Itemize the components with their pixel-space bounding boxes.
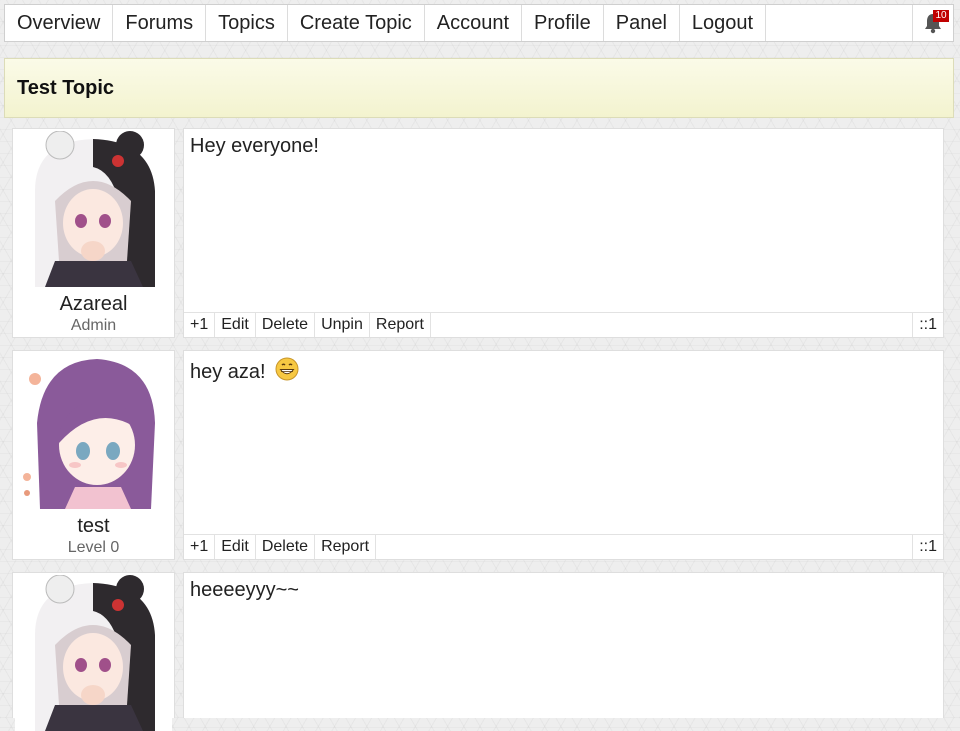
post-actions: +1 Edit Delete Unpin Report ::1 <box>184 312 943 337</box>
avatar-panda-hood-icon <box>15 575 172 731</box>
avatar[interactable] <box>15 575 172 731</box>
post: test Level 0 hey aza! +1 Edit Delete Rep… <box>12 350 944 560</box>
post-content: Hey everyone! <box>190 135 319 157</box>
nav-create-topic[interactable]: Create Topic <box>288 5 425 41</box>
report-button[interactable]: Report <box>370 313 431 337</box>
grin-emoji-icon <box>275 357 299 381</box>
nav-overview[interactable]: Overview <box>5 5 114 41</box>
avatar-panda-hood-icon <box>15 131 172 287</box>
post-author-card: test Level 0 <box>12 350 175 560</box>
edit-button[interactable]: Edit <box>215 535 256 559</box>
notifications-button[interactable]: 10 <box>912 5 953 41</box>
post: heeeeyyy~~ <box>12 572 944 731</box>
post-body: Hey everyone! +1 Edit Delete Unpin Repor… <box>183 128 944 338</box>
unpin-button[interactable]: Unpin <box>315 313 370 337</box>
nav-panel[interactable]: Panel <box>604 5 680 41</box>
post-content-text: hey aza! <box>190 361 266 383</box>
nav-forums[interactable]: Forums <box>113 5 207 41</box>
avatar-purple-hair-icon <box>15 353 172 509</box>
post-number[interactable]: ::1 <box>912 535 943 559</box>
post-content: hey aza! <box>190 357 299 384</box>
delete-button[interactable]: Delete <box>256 535 316 559</box>
delete-button[interactable]: Delete <box>256 313 316 337</box>
nav-profile[interactable]: Profile <box>522 5 604 41</box>
topic-title: Test Topic <box>17 76 115 99</box>
actions-spacer <box>376 535 912 559</box>
nav-topics[interactable]: Topics <box>206 5 288 41</box>
post-body: heeeeyyy~~ <box>183 572 944 718</box>
nav-logout[interactable]: Logout <box>680 5 767 41</box>
author-level: Level 0 <box>67 539 120 556</box>
post-actions: +1 Edit Delete Report ::1 <box>184 534 943 559</box>
main-nav: Overview Forums Topics Create Topic Acco… <box>4 4 954 42</box>
post-body: hey aza! +1 Edit Delete Report ::1 <box>183 350 944 560</box>
actions-spacer <box>431 313 912 337</box>
post-number[interactable]: ::1 <box>912 313 943 337</box>
topic-header: Test Topic <box>4 58 954 118</box>
post-content: heeeeyyy~~ <box>190 579 299 601</box>
author-name[interactable]: Azareal <box>13 293 174 316</box>
edit-button[interactable]: Edit <box>215 313 256 337</box>
author-name[interactable]: test <box>13 515 174 538</box>
like-button[interactable]: +1 <box>184 535 216 559</box>
like-button[interactable]: +1 <box>184 313 216 337</box>
nav-account[interactable]: Account <box>425 5 523 41</box>
author-level: Admin <box>70 317 117 334</box>
post: Azareal Admin Hey everyone! +1 Edit Dele… <box>12 128 944 338</box>
avatar[interactable] <box>15 353 172 509</box>
post-author-card: Azareal Admin <box>12 128 175 338</box>
report-button[interactable]: Report <box>315 535 377 559</box>
notification-badge: 10 <box>933 10 949 22</box>
avatar[interactable] <box>15 131 172 287</box>
post-author-card <box>12 572 175 731</box>
